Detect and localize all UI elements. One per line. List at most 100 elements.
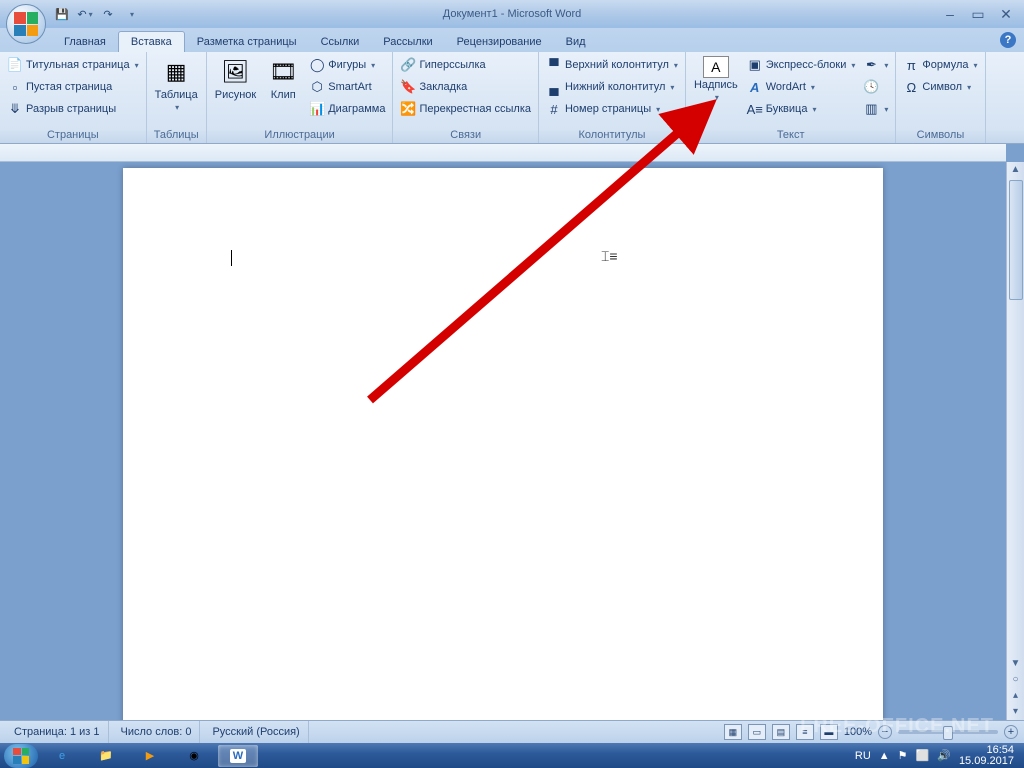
hyperlink-icon: 🔗	[400, 57, 416, 73]
view-web[interactable]: ▤	[772, 724, 790, 740]
office-button[interactable]	[6, 4, 46, 44]
symbol-button[interactable]: ΩСимвол▾	[900, 76, 980, 98]
quickparts-button[interactable]: ▣Экспресс-блоки▾	[744, 54, 859, 76]
header-icon: ▀	[546, 57, 562, 73]
redo-button[interactable]: ↷	[98, 4, 118, 24]
wordart-icon: A	[747, 79, 763, 95]
group-pages-label: Страницы	[4, 127, 142, 143]
clip-icon: 🎞	[267, 56, 299, 88]
picture-label: Рисунок	[215, 89, 257, 101]
undo-icon: ↶	[77, 8, 86, 21]
horizontal-ruler[interactable]	[0, 144, 1006, 162]
group-hf-label: Колонтитулы	[543, 127, 681, 143]
datetime-button[interactable]: 🕓	[860, 76, 891, 98]
bookmark-label: Закладка	[419, 81, 467, 93]
page-number-label: Номер страницы	[565, 103, 651, 115]
wordart-button[interactable]: AWordArt▾	[744, 76, 859, 98]
zoom-out-button[interactable]: −	[878, 725, 892, 739]
scroll-down-button[interactable]: ▼	[1007, 656, 1024, 672]
tray-volume-icon[interactable]: 🔊	[937, 749, 951, 762]
dropcap-button[interactable]: A≡Буквица▾	[744, 98, 859, 120]
page-break-icon: ⤋	[7, 101, 23, 117]
scroll-up-button[interactable]: ▲	[1007, 162, 1024, 178]
taskbar-media[interactable]: ▶	[130, 745, 170, 767]
textbox-button[interactable]: A Надпись▾	[690, 54, 742, 106]
object-button[interactable]: ▥▾	[860, 98, 891, 120]
cross-ref-label: Перекрестная ссылка	[419, 103, 531, 115]
group-illus-label: Иллюстрации	[211, 127, 389, 143]
clip-button[interactable]: 🎞Клип	[262, 54, 304, 103]
windows-logo-icon	[13, 748, 29, 764]
tray-action-center-icon[interactable]: ⚑	[898, 749, 908, 762]
shapes-button[interactable]: ◯Фигуры▾	[306, 54, 388, 76]
tray-show-hidden[interactable]: ▲	[879, 750, 890, 762]
tab-insert[interactable]: Вставка	[118, 31, 185, 52]
equation-button[interactable]: πФормула▾	[900, 54, 980, 76]
taskbar-ie[interactable]: e	[42, 745, 82, 767]
zoom-level[interactable]: 100%	[844, 726, 872, 738]
cover-page-button[interactable]: 📄Титульная страница▾	[4, 54, 142, 76]
undo-button[interactable]: ↶▾	[75, 4, 95, 24]
blank-page-button[interactable]: ▫Пустая страница	[4, 76, 142, 98]
cross-ref-button[interactable]: 🔀Перекрестная ссылка	[397, 98, 534, 120]
view-reading[interactable]: ▭	[748, 724, 766, 740]
prev-page-button[interactable]: ▴	[1007, 688, 1024, 704]
taskbar-word[interactable]: W	[218, 745, 258, 767]
tray-language[interactable]: RU	[855, 750, 871, 762]
minimize-button[interactable]: –	[942, 6, 958, 23]
zoom-slider[interactable]	[898, 730, 998, 734]
tab-references[interactable]: Ссылки	[309, 32, 372, 52]
window-title: Документ1 - Microsoft Word	[443, 8, 581, 20]
view-draft[interactable]: ▬	[820, 724, 838, 740]
qat-customize[interactable]: ▾	[121, 4, 141, 24]
taskbar-chrome[interactable]: ◉	[174, 745, 214, 767]
next-page-button[interactable]: ▾	[1007, 704, 1024, 720]
save-button[interactable]: 💾	[52, 4, 72, 24]
tray-network-icon[interactable]: ⬜	[916, 749, 930, 762]
tray-clock[interactable]: 16:54 15.09.2017	[959, 745, 1014, 767]
smartart-button[interactable]: ⬡SmartArt	[306, 76, 388, 98]
vertical-scrollbar[interactable]: ▲ ▼ ○ ▴ ▾	[1006, 162, 1024, 720]
view-print-layout[interactable]: ▦	[724, 724, 742, 740]
page-number-button[interactable]: #Номер страницы▾	[543, 98, 681, 120]
tab-view[interactable]: Вид	[554, 32, 598, 52]
picture-button[interactable]: 🖼Рисунок	[211, 54, 261, 103]
tab-layout[interactable]: Разметка страницы	[185, 32, 309, 52]
taskbar-explorer[interactable]: 📁	[86, 745, 126, 767]
bookmark-icon: 🔖	[400, 79, 416, 95]
hyperlink-label: Гиперссылка	[419, 59, 485, 71]
wordart-label: WordArt	[766, 81, 806, 93]
footer-button[interactable]: ▄Нижний колонтитул▾	[543, 76, 681, 98]
status-language[interactable]: Русский (Россия)	[204, 721, 308, 743]
status-words[interactable]: Число слов: 0	[113, 721, 201, 743]
tab-review[interactable]: Рецензирование	[445, 32, 554, 52]
group-links: 🔗Гиперссылка 🔖Закладка 🔀Перекрестная ссы…	[393, 52, 539, 143]
zoom-in-button[interactable]: +	[1004, 725, 1018, 739]
view-outline[interactable]: ≡	[796, 724, 814, 740]
signature-button[interactable]: ✒▾	[860, 54, 891, 76]
chart-icon: 📊	[309, 101, 325, 117]
tab-mailings[interactable]: Рассылки	[371, 32, 444, 52]
document-page[interactable]: ⌶≡	[123, 168, 883, 720]
page-scroll[interactable]: ⌶≡	[0, 162, 1006, 720]
equation-icon: π	[903, 57, 919, 73]
table-button[interactable]: ▦ Таблица▾	[151, 54, 202, 116]
scroll-thumb[interactable]	[1009, 180, 1023, 300]
chart-button[interactable]: 📊Диаграмма	[306, 98, 388, 120]
close-button[interactable]: ✕	[998, 6, 1014, 23]
hyperlink-button[interactable]: 🔗Гиперссылка	[397, 54, 534, 76]
shapes-icon: ◯	[309, 57, 325, 73]
browse-object-button[interactable]: ○	[1007, 672, 1024, 688]
start-button[interactable]	[4, 744, 38, 768]
statusbar: Страница: 1 из 1 Число слов: 0 Русский (…	[0, 720, 1024, 743]
office-logo-icon	[14, 12, 38, 36]
restore-button[interactable]: ▭	[970, 6, 986, 23]
header-button[interactable]: ▀Верхний колонтитул▾	[543, 54, 681, 76]
quick-access-toolbar: 💾 ↶▾ ↷ ▾	[52, 4, 141, 24]
tab-home[interactable]: Главная	[52, 32, 118, 52]
status-page[interactable]: Страница: 1 из 1	[6, 721, 109, 743]
page-break-button[interactable]: ⤋Разрыв страницы	[4, 98, 142, 120]
help-button[interactable]: ?	[1000, 32, 1016, 48]
taskbar: e 📁 ▶ ◉ W RU ▲ ⚑ ⬜ 🔊 16:54 15.09.2017	[0, 743, 1024, 768]
bookmark-button[interactable]: 🔖Закладка	[397, 76, 534, 98]
